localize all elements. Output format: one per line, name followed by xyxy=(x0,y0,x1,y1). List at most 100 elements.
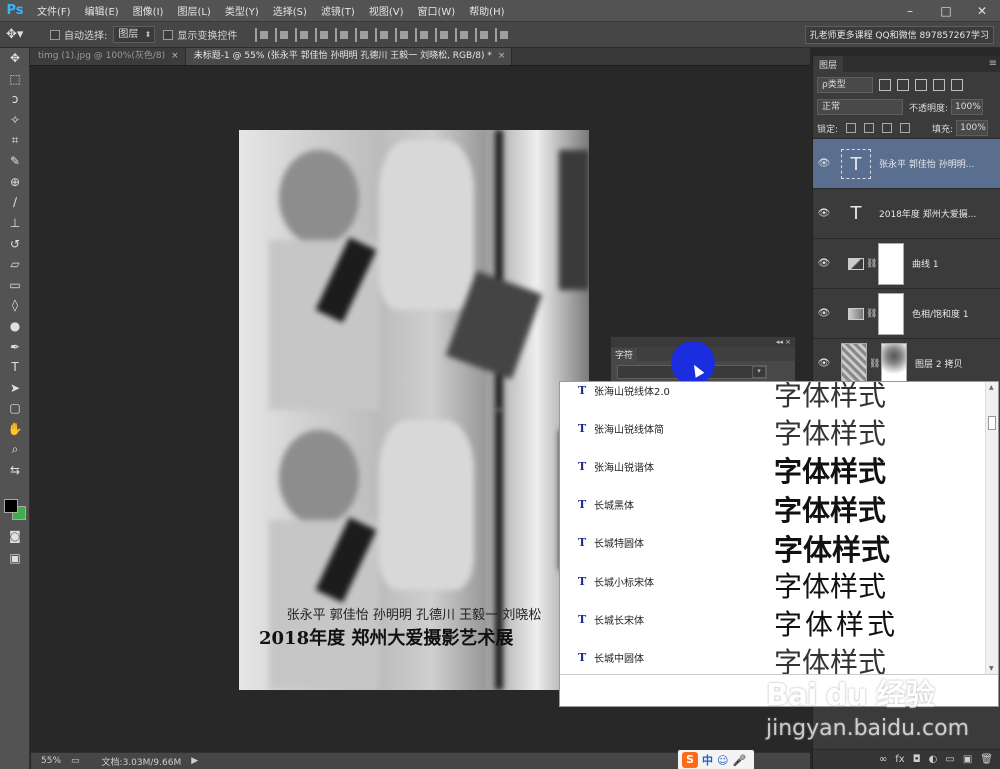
layer-row[interactable]: 👁 T 2018年度 郑州大爱摄... xyxy=(813,188,1000,238)
path-select-tool-icon[interactable]: ➤ xyxy=(0,378,30,399)
distribute-right-icon[interactable] xyxy=(475,27,493,42)
add-mask-icon[interactable]: ◘ xyxy=(913,754,921,765)
new-layer-icon[interactable]: ▣ xyxy=(963,754,972,765)
link-icon[interactable]: ⛓ xyxy=(866,259,877,269)
visibility-eye-icon[interactable]: 👁 xyxy=(813,158,835,169)
delete-layer-icon[interactable]: 🗑 xyxy=(980,754,993,765)
show-transform-checkbox[interactable] xyxy=(163,29,174,40)
blend-mode-dropdown[interactable]: 正常 xyxy=(817,99,903,115)
pen-tool-icon[interactable]: ✒ xyxy=(0,336,30,357)
layer-row[interactable]: 👁 T 张永平 郭佳怡 孙明明... xyxy=(813,138,1000,188)
fill-input[interactable]: 100% xyxy=(956,120,989,136)
foreground-color-swatch[interactable] xyxy=(4,499,18,513)
dodge-tool-icon[interactable]: ● xyxy=(0,316,30,337)
sogou-logo-icon[interactable]: S xyxy=(682,752,698,768)
visibility-eye-icon[interactable]: 👁 xyxy=(813,308,835,319)
lock-position-icon[interactable] xyxy=(882,123,893,133)
lock-transparent-icon[interactable] xyxy=(846,123,857,133)
auto-align-icon[interactable] xyxy=(495,27,513,42)
tab-close-icon[interactable]: × xyxy=(171,51,179,61)
layer-style-icon[interactable]: fx xyxy=(895,754,904,765)
collapse-icon[interactable]: ◂◂ xyxy=(776,338,783,346)
filter-shape-icon[interactable] xyxy=(933,79,945,91)
tab-untitled[interactable]: 未标题-1 @ 55% (张永平 郭佳怡 孙明明 孔德川 王毅一 刘晓松, RG… xyxy=(185,48,513,65)
distribute-top-icon[interactable] xyxy=(375,27,393,42)
document-canvas[interactable]: 张永平 郭佳怡 孙明明 孔德川 王毅一 刘晓松 2018年度 郑州大爱摄影艺术展 xyxy=(239,130,589,690)
filter-pixel-icon[interactable] xyxy=(879,79,891,91)
tab-timg[interactable]: timg (1).jpg @ 100%(灰色/8) × xyxy=(30,48,186,65)
font-list-scrollbar[interactable]: ▲ ▼ xyxy=(985,382,998,674)
menu-select[interactable]: 选择(S) xyxy=(266,3,314,18)
auto-select-dropdown[interactable]: 图层 xyxy=(113,26,156,43)
clone-stamp-tool-icon[interactable]: ⊥ xyxy=(0,213,30,234)
menu-image[interactable]: 图像(I) xyxy=(126,3,171,18)
font-option[interactable]: T 张海山锐线体简 字体样式 xyxy=(560,409,986,450)
font-option[interactable]: T 张海山锐谐体 字体样式 xyxy=(560,447,986,488)
font-option[interactable]: T 长城黑体 字体样式 xyxy=(560,486,986,527)
font-option[interactable]: T 长城特圆体 字体样式 xyxy=(560,524,986,567)
link-icon[interactable]: ⛓ xyxy=(869,359,880,369)
layer-row[interactable]: 👁 ⛓ 曲线 1 xyxy=(813,238,1000,288)
lock-all-icon[interactable] xyxy=(900,123,911,133)
eyedropper-tool-icon[interactable]: ✎ xyxy=(0,151,30,172)
menu-help[interactable]: 帮助(H) xyxy=(462,3,511,18)
type-tool-icon[interactable]: T xyxy=(0,357,30,378)
font-style-dropdown[interactable]: ▾ xyxy=(752,366,766,378)
screen-mode-icon[interactable]: ▣ xyxy=(0,548,30,569)
quick-select-tool-icon[interactable]: ✧ xyxy=(0,110,30,131)
move-tool-icon[interactable]: ✥ xyxy=(0,48,30,69)
align-bottom-icon[interactable] xyxy=(295,27,313,42)
menu-edit[interactable]: 编辑(E) xyxy=(78,3,126,18)
maximize-button[interactable]: □ xyxy=(928,0,964,22)
font-option[interactable]: T 长城小标宋体 字体样式 xyxy=(560,562,986,603)
microphone-icon[interactable]: 🎤 xyxy=(732,754,746,767)
visibility-eye-icon[interactable]: 👁 xyxy=(813,358,835,369)
lock-pixels-icon[interactable] xyxy=(864,123,875,133)
align-hcenter-icon[interactable] xyxy=(335,27,353,42)
visibility-eye-icon[interactable]: 👁 xyxy=(813,258,835,269)
scroll-up-icon[interactable]: ▲ xyxy=(989,384,994,391)
distribute-bottom-icon[interactable] xyxy=(415,27,433,42)
status-menu-icon[interactable]: ▭ xyxy=(71,756,80,766)
lasso-tool-icon[interactable]: ↄ xyxy=(0,89,30,110)
menu-file[interactable]: 文件(F) xyxy=(30,3,78,18)
layer-mask-thumbnail[interactable] xyxy=(878,292,904,335)
filter-type-icon[interactable] xyxy=(915,79,927,91)
new-adjustment-icon[interactable]: ◐ xyxy=(929,754,938,765)
menu-type[interactable]: 类型(Y) xyxy=(218,3,266,18)
canvas-title-text[interactable]: 2018年度 郑州大爱摄影艺术展 xyxy=(259,624,513,650)
layers-tab[interactable]: 图层 xyxy=(813,56,844,72)
layer-mask-thumbnail[interactable] xyxy=(881,342,907,385)
close-icon[interactable]: × xyxy=(785,338,791,346)
healing-brush-tool-icon[interactable]: ⊕ xyxy=(0,172,30,193)
canvas-names-text[interactable]: 张永平 郭佳怡 孙明明 孔德川 王毅一 刘晓松 xyxy=(239,604,589,623)
menu-window[interactable]: 窗口(W) xyxy=(410,3,462,18)
link-layers-icon[interactable]: ∞ xyxy=(879,754,887,765)
visibility-eye-icon[interactable]: 👁 xyxy=(813,208,835,219)
align-top-icon[interactable] xyxy=(255,27,273,42)
close-window-button[interactable]: ✕ xyxy=(964,0,1000,22)
move-tool-preset-icon[interactable]: ✥▾ xyxy=(6,27,42,42)
crop-tool-icon[interactable]: ⌗ xyxy=(0,130,30,151)
new-group-icon[interactable]: ▭ xyxy=(945,754,954,765)
scroll-thumb[interactable] xyxy=(988,416,996,430)
scroll-down-icon[interactable]: ▼ xyxy=(989,665,994,672)
font-option[interactable]: T 长城长宋体 字体样式 xyxy=(560,600,986,641)
character-tab[interactable]: 字符 xyxy=(611,347,638,361)
eraser-tool-icon[interactable]: ▱ xyxy=(0,254,30,275)
filter-adjustment-icon[interactable] xyxy=(897,79,909,91)
quick-mask-icon[interactable]: ◙ xyxy=(0,526,30,547)
menu-view[interactable]: 视图(V) xyxy=(362,3,411,18)
distribute-vcenter-icon[interactable] xyxy=(395,27,413,42)
distribute-left-icon[interactable] xyxy=(435,27,453,42)
emoji-icon[interactable]: ☺ xyxy=(717,754,728,767)
menu-layer[interactable]: 图层(L) xyxy=(170,3,217,18)
align-right-icon[interactable] xyxy=(355,27,373,42)
zoom-level[interactable]: 55% xyxy=(41,756,61,766)
distribute-hcenter-icon[interactable] xyxy=(455,27,473,42)
ime-language-toggle[interactable]: 中 xyxy=(702,752,713,768)
hand-tool-icon[interactable]: ✋ xyxy=(0,419,30,440)
align-left-icon[interactable] xyxy=(315,27,333,42)
swap-colors-icon[interactable]: ⇆ xyxy=(0,460,30,481)
auto-select-checkbox[interactable] xyxy=(50,29,60,40)
